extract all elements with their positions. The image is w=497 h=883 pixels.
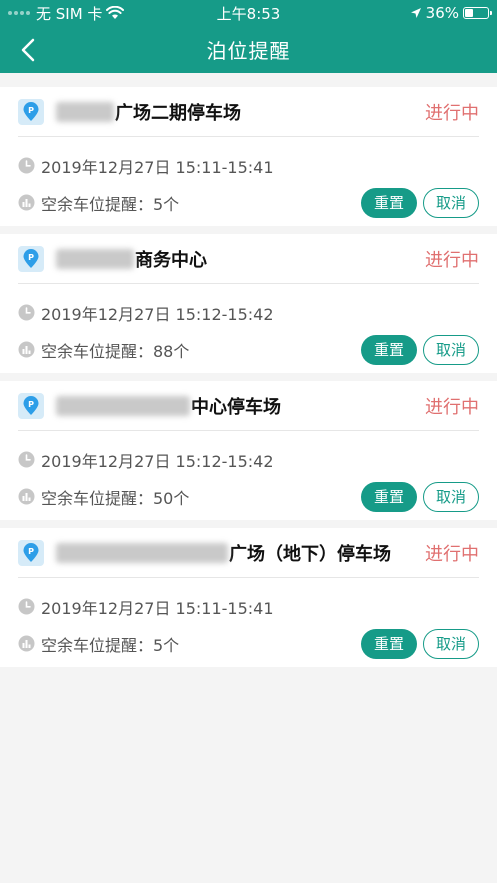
reminder-time: 2019年12月27日 15:12-15:42 (41, 304, 274, 324)
redacted-text (56, 542, 228, 563)
redacted-text (56, 248, 134, 269)
vacancy-row: 空余车位提醒：88个 重置 取消 (18, 331, 479, 368)
parking-lot-name-text: 广场二期停车场 (115, 102, 241, 124)
card-header: P 广场（地下）停车场 进行中 (18, 528, 479, 578)
parking-pin-icon: P (18, 245, 44, 272)
parking-lot-name-text: 中心停车场 (191, 396, 281, 418)
bar-chart-icon (18, 635, 35, 652)
back-button[interactable] (10, 32, 46, 68)
carrier-label: 无 SIM 卡 (36, 4, 103, 23)
bar-chart-icon (18, 194, 35, 211)
parking-lot-name: 广场（地下）停车场 (56, 540, 425, 566)
cancel-button[interactable]: 取消 (423, 481, 479, 512)
svg-text:P: P (28, 400, 34, 409)
reminder-time: 2019年12月27日 15:12-15:42 (41, 451, 274, 471)
status-label: 进行中 (425, 102, 479, 124)
cancel-button[interactable]: 取消 (423, 187, 479, 218)
bar-chart-icon (18, 341, 35, 358)
status-label: 进行中 (425, 396, 479, 418)
parking-pin-icon: P (18, 98, 44, 125)
cancel-button[interactable]: 取消 (423, 334, 479, 365)
status-right: 36% (410, 4, 492, 22)
chevron-left-icon (21, 38, 35, 62)
reminder-list: P 广场二期停车场 进行中 2019年12月27日 15:11-15:41 空余… (0, 73, 497, 667)
wifi-icon (106, 6, 125, 19)
vacancy-threshold: 空余车位提醒：88个 (41, 341, 190, 361)
battery-percent: 36% (425, 4, 459, 22)
reset-button[interactable]: 重置 (361, 187, 417, 218)
reset-button[interactable]: 重置 (361, 481, 417, 512)
status-label: 进行中 (425, 249, 479, 271)
location-arrow-icon (410, 8, 421, 18)
card-header: P 广场二期停车场 进行中 (18, 87, 479, 137)
reminder-card: P 商务中心 进行中 2019年12月27日 15:12-15:42 空余车位提… (0, 234, 497, 373)
vacancy-row: 空余车位提醒：5个 重置 取消 (18, 184, 479, 221)
redacted-text (56, 101, 114, 122)
status-left: 无 SIM 卡 (8, 3, 125, 24)
parking-lot-name: 中心停车场 (56, 393, 425, 419)
parking-lot-name-text: 广场（地下）停车场 (229, 543, 391, 565)
reminder-card: P 广场（地下）停车场 进行中 2019年12月27日 15:11-15:41 … (0, 528, 497, 667)
parking-pin-icon: P (18, 539, 44, 566)
svg-text:P: P (28, 253, 34, 262)
clock-icon (18, 451, 35, 468)
clock-icon (18, 304, 35, 321)
time-row: 2019年12月27日 15:12-15:42 (18, 441, 479, 478)
time-row: 2019年12月27日 15:11-15:41 (18, 147, 479, 184)
battery-icon (463, 7, 492, 19)
vacancy-threshold: 空余车位提醒：50个 (41, 488, 190, 508)
status-label: 进行中 (425, 543, 479, 565)
reminder-card: P 中心停车场 进行中 2019年12月27日 15:12-15:42 空余车位… (0, 381, 497, 520)
signal-dots-icon (8, 11, 30, 15)
vacancy-threshold: 空余车位提醒：5个 (41, 635, 180, 655)
time-row: 2019年12月27日 15:12-15:42 (18, 294, 479, 331)
parking-lot-name: 商务中心 (56, 246, 425, 272)
svg-text:P: P (28, 547, 34, 556)
card-header: P 中心停车场 进行中 (18, 381, 479, 431)
parking-lot-name: 广场二期停车场 (56, 99, 425, 125)
parking-lot-name-text: 商务中心 (135, 249, 207, 271)
clock-icon (18, 157, 35, 174)
svg-text:P: P (28, 106, 34, 115)
reset-button[interactable]: 重置 (361, 334, 417, 365)
vacancy-threshold: 空余车位提醒：5个 (41, 194, 180, 214)
parking-pin-icon: P (18, 392, 44, 419)
vacancy-row: 空余车位提醒：5个 重置 取消 (18, 625, 479, 662)
page-title: 泊位提醒 (206, 39, 291, 63)
clock-icon (18, 598, 35, 615)
nav-bar: 泊位提醒 (0, 26, 497, 73)
status-bar: 无 SIM 卡 上午8:53 36% (0, 0, 497, 26)
reminder-time: 2019年12月27日 15:11-15:41 (41, 157, 274, 177)
card-header: P 商务中心 进行中 (18, 234, 479, 284)
reset-button[interactable]: 重置 (361, 628, 417, 659)
time-row: 2019年12月27日 15:11-15:41 (18, 588, 479, 625)
vacancy-row: 空余车位提醒：50个 重置 取消 (18, 478, 479, 515)
reminder-time: 2019年12月27日 15:11-15:41 (41, 598, 274, 618)
cancel-button[interactable]: 取消 (423, 628, 479, 659)
bar-chart-icon (18, 488, 35, 505)
reminder-card: P 广场二期停车场 进行中 2019年12月27日 15:11-15:41 空余… (0, 87, 497, 226)
redacted-text (56, 395, 190, 416)
